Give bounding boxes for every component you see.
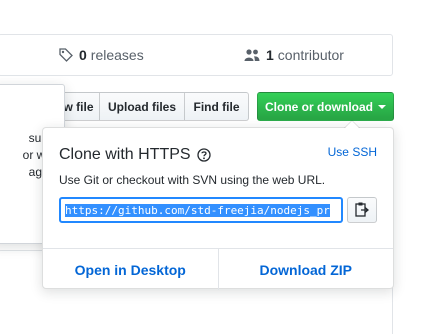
- clone-url-input[interactable]: https://github.com/std-freejia/nodejs_pr: [59, 197, 343, 223]
- clipboard-icon: [355, 201, 370, 220]
- people-icon: [244, 48, 260, 62]
- contributors-count: 1: [266, 47, 274, 63]
- clone-or-download-button[interactable]: Clone or download: [257, 92, 394, 121]
- clone-footer: Open in Desktop Download ZIP: [43, 248, 393, 290]
- upload-files-button[interactable]: Upload files: [99, 92, 185, 121]
- contributors-link[interactable]: 1 contributor: [244, 35, 344, 75]
- clone-title-text: Clone with HTTPS: [59, 146, 191, 163]
- releases-label: releases: [90, 47, 144, 63]
- clone-url-text: https://github.com/std-freejia/nodejs_pr: [65, 203, 330, 217]
- open-in-desktop-label: Open in Desktop: [74, 261, 186, 278]
- clone-or-download-label: Clone or download: [265, 99, 373, 114]
- open-in-desktop-button[interactable]: Open in Desktop: [43, 249, 218, 290]
- caret-down-icon: [378, 104, 386, 109]
- clone-title: Clone with HTTPS: [59, 146, 211, 164]
- question-circle-icon[interactable]: [196, 148, 211, 162]
- use-ssh-link[interactable]: Use SSH: [328, 145, 377, 159]
- releases-count: 0: [79, 47, 87, 63]
- tag-icon: [59, 48, 73, 62]
- upload-files-label: Upload files: [107, 99, 176, 114]
- download-zip-button[interactable]: Download ZIP: [217, 249, 394, 290]
- contributors-label: contributor: [277, 47, 344, 63]
- copy-url-button[interactable]: [347, 197, 377, 223]
- releases-link[interactable]: 0 releases: [59, 35, 144, 75]
- find-file-label: Find file: [193, 99, 240, 114]
- clone-description: Use Git or checkout with SVN using the w…: [59, 173, 326, 187]
- create-new-file-label: w file: [63, 99, 94, 114]
- dropdown-arrow-inner: [345, 121, 359, 128]
- clone-dropdown-menu: Clone with HTTPS Use SSH Use Git or chec…: [42, 120, 394, 290]
- download-zip-label: Download ZIP: [259, 261, 353, 278]
- find-file-button[interactable]: Find file: [184, 92, 249, 121]
- repo-summary-bar: 0 releases 1 contributor: [0, 34, 393, 76]
